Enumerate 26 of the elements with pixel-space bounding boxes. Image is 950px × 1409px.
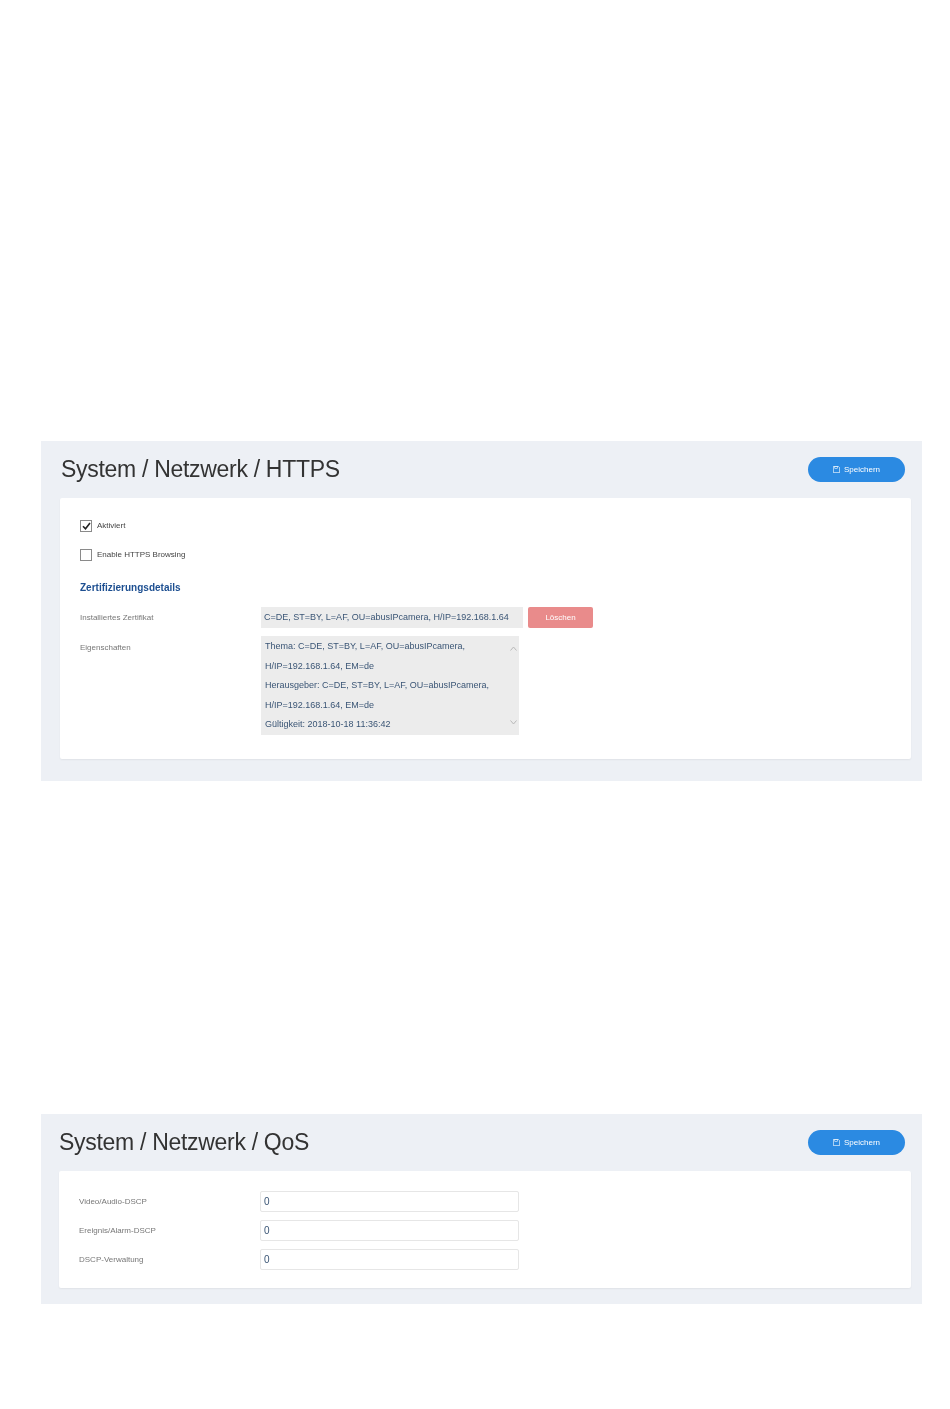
certificate-detail-line: Gültigkeit: 2018-10-18 11:36:42 [265,718,392,731]
field-label: Ereignis/Alarm-DSCP [79,1224,157,1237]
page-title: System / Netzwerk / QoS [59,1128,309,1158]
field-label: Installiertes Zertifikat [80,611,155,624]
save-button[interactable]: Speichern [808,457,905,482]
checkbox-label: Aktiviert [97,520,126,532]
input-field[interactable]: 0 [260,1220,519,1241]
save-icon [833,466,840,473]
field-label: Video/Audio-DSCP [79,1195,148,1208]
certificate-detail-line: H/IP=192.168.1.64, EM=de [265,698,376,712]
certificate-detail-line: H/IP=192.168.1.64, EM=de [265,659,376,673]
input-field[interactable]: 0 [260,1249,519,1270]
field-label: DSCP-Verwaltung [79,1253,145,1266]
input-field[interactable]: 0 [260,1191,519,1212]
page-title: System / Netzwerk / HTTPS [61,455,340,485]
section-heading: Zertifizierungsdetails [80,580,181,595]
checkbox[interactable] [80,520,92,532]
save-icon [833,1139,840,1146]
certificate-detail-line: Thema: C=DE, ST=BY, L=AF, OU=abusIPcamera, [265,640,466,653]
checkbox[interactable] [80,549,92,561]
certificate-field[interactable]: C=DE, ST=BY, L=AF, OU=abusIPcamera, H/IP=192.168.1.64 [261,607,523,628]
certificate-detail-line: Herausgeber: C=DE, ST=BY, L=AF, OU=abusIPcamera, [265,679,490,692]
checkmark-icon [81,522,91,530]
field-label: Eigenschaften [80,642,132,654]
checkbox-label: Enable HTTPS Browsing [97,549,186,561]
save-button[interactable]: Speichern [808,1130,905,1155]
